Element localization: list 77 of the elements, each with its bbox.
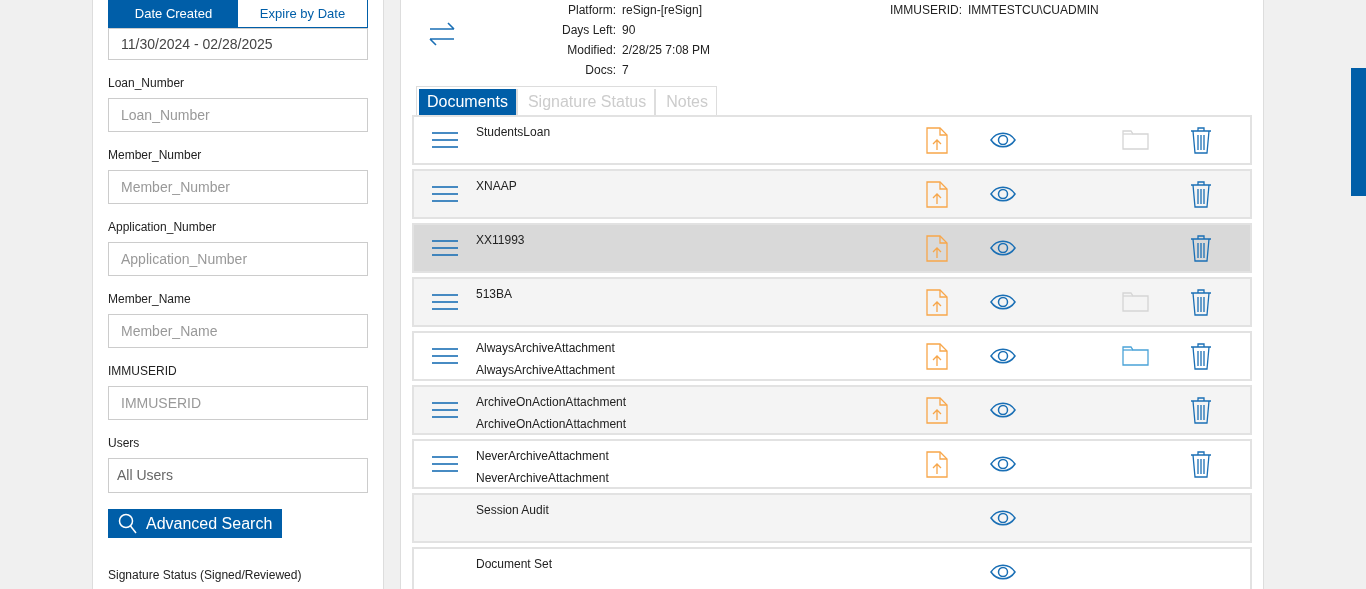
document-row[interactable]: ArchiveOnActionAttachment ArchiveOnActionAttachment	[412, 385, 1252, 435]
detail-label: Platform:	[567, 3, 616, 17]
detail-value: 90	[622, 23, 637, 37]
document-name: XNAAP	[476, 178, 517, 194]
menu-icon[interactable]	[432, 240, 458, 256]
trash-icon[interactable]	[1190, 180, 1212, 208]
detail-value: reSign-[reSign]	[622, 3, 704, 17]
eye-icon[interactable]	[990, 239, 1016, 257]
detail-label: Days Left:	[560, 23, 616, 37]
detail-label: IMMUSERID:	[889, 3, 962, 17]
input-field[interactable]: Member_Name	[108, 314, 368, 348]
document-row[interactable]: Session Audit	[412, 493, 1252, 543]
section-label: Signature Status (Signed/Reviewed)	[108, 568, 303, 582]
trash-icon[interactable]	[1190, 342, 1212, 370]
advanced-search-button[interactable]: Advanced Search	[108, 509, 283, 538]
eye-icon[interactable]	[990, 455, 1016, 473]
menu-icon[interactable]	[432, 456, 458, 472]
field-label: Users	[108, 435, 141, 452]
eye-icon[interactable]	[990, 563, 1016, 581]
swap-arrows-icon[interactable]	[428, 22, 456, 46]
document-name: 513BA	[476, 286, 513, 302]
file-upload-icon[interactable]	[926, 450, 948, 478]
document-name: NeverArchiveAttachment	[476, 448, 609, 464]
menu-icon[interactable]	[432, 402, 458, 418]
input-field[interactable]: Application_Number	[108, 242, 368, 276]
document-row[interactable]: AlwaysArchiveAttachment AlwaysArchiveAttachment	[412, 331, 1252, 381]
date-type-tab[interactable]: Date Created	[109, 0, 238, 27]
folder-icon[interactable]	[1121, 346, 1149, 366]
tab[interactable]: Documents	[419, 89, 518, 115]
users-dropdown[interactable]: All Users	[108, 458, 368, 493]
file-upload-icon[interactable]	[926, 126, 948, 154]
input-field[interactable]: IMMUSERID	[108, 386, 368, 420]
document-subtitle: AlwaysArchiveAttachment	[476, 362, 615, 378]
document-name: Session Audit	[476, 502, 549, 518]
detail-label: Docs:	[584, 63, 616, 77]
search-icon	[118, 512, 138, 535]
document-name: StudentsLoan	[476, 124, 551, 140]
document-row[interactable]: XNAAP	[412, 169, 1252, 219]
trash-icon[interactable]	[1190, 450, 1212, 478]
date-range-field[interactable]: 11/30/2024 - 02/28/2025	[108, 28, 368, 60]
document-row[interactable]: XX11993	[412, 223, 1252, 273]
document-row[interactable]: Document Set	[412, 547, 1252, 589]
eye-icon[interactable]	[990, 401, 1016, 419]
document-row[interactable]: NeverArchiveAttachment NeverArchiveAttachment	[412, 439, 1252, 489]
menu-icon[interactable]	[432, 294, 458, 310]
field-label: Application_Number	[108, 219, 218, 236]
detail-value: IMMTESTCU\CUADMIN	[968, 3, 1099, 17]
input-field[interactable]: Loan_Number	[108, 98, 368, 132]
document-subtitle: NeverArchiveAttachment	[476, 470, 609, 486]
eye-icon[interactable]	[990, 185, 1016, 203]
document-row[interactable]: StudentsLoan	[412, 115, 1252, 165]
document-name: ArchiveOnActionAttachment	[476, 394, 627, 410]
field-label: Member_Number	[108, 147, 203, 164]
document-subtitle: ArchiveOnActionAttachment	[476, 416, 627, 432]
eye-icon[interactable]	[990, 131, 1016, 149]
document-name: XX11993	[476, 232, 525, 248]
detail-label: Modified:	[566, 43, 616, 57]
file-upload-icon[interactable]	[926, 342, 948, 370]
document-name: Document Set	[476, 556, 553, 572]
field-label: Loan_Number	[108, 75, 186, 92]
detail-value: 2/28/25 7:08 PM	[622, 43, 712, 57]
menu-icon[interactable]	[432, 186, 458, 202]
document-row[interactable]: 513BA	[412, 277, 1252, 327]
trash-icon[interactable]	[1190, 234, 1212, 262]
trash-icon[interactable]	[1190, 396, 1212, 424]
input-field[interactable]: Member_Number	[108, 170, 368, 204]
detail-value: 7	[622, 63, 630, 77]
field-label: Member_Name	[108, 291, 192, 308]
trash-icon[interactable]	[1190, 288, 1212, 316]
menu-icon[interactable]	[432, 132, 458, 148]
trash-icon[interactable]	[1190, 126, 1212, 154]
menu-icon[interactable]	[432, 348, 458, 364]
eye-icon[interactable]	[990, 293, 1016, 311]
field-label: IMMUSERID	[108, 363, 178, 380]
eye-icon[interactable]	[990, 347, 1016, 365]
eye-icon[interactable]	[990, 509, 1016, 527]
document-name: AlwaysArchiveAttachment	[476, 340, 615, 356]
